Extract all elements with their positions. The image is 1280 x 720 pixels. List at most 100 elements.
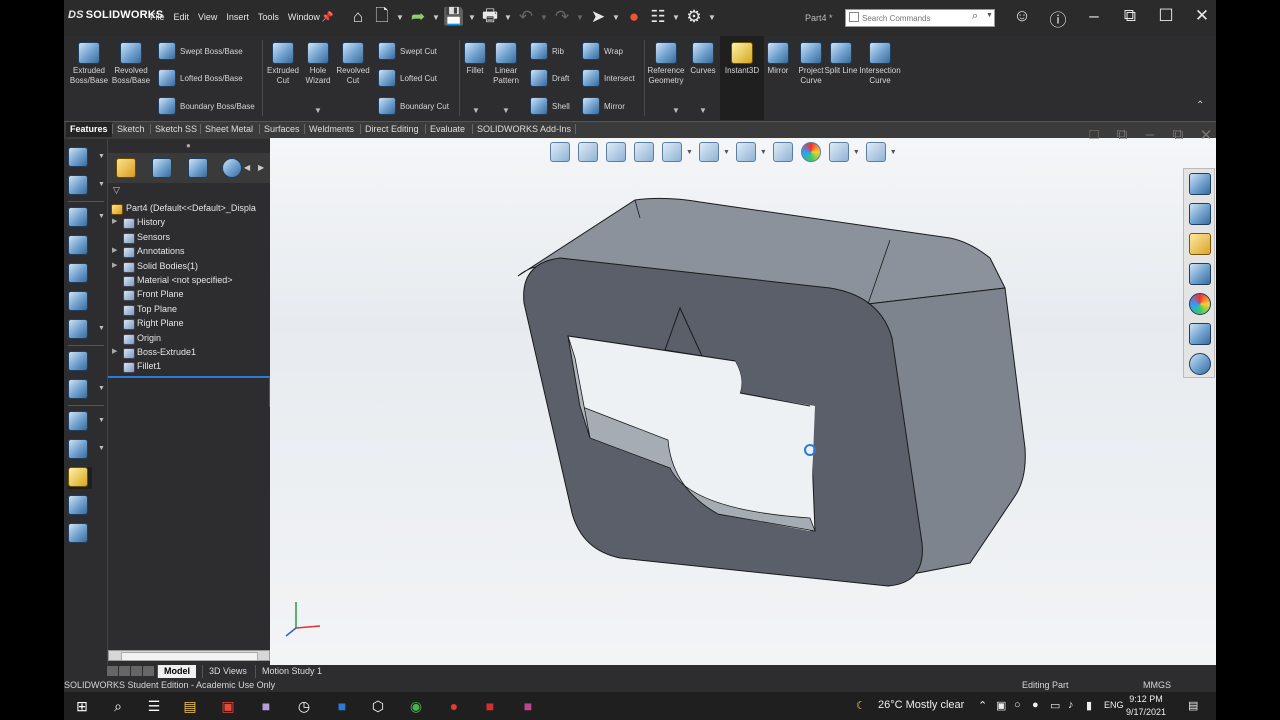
maximize-icon[interactable]: ☐ — [1148, 6, 1184, 31]
curves-button[interactable]: Curves — [682, 42, 724, 76]
instant3d-shortcut[interactable] — [68, 467, 92, 489]
show-hidden-icons-icon[interactable]: ⌃ — [978, 699, 987, 712]
chevron-down-icon[interactable]: ▼ — [610, 13, 622, 22]
tree-item-history[interactable]: ▶ History — [108, 215, 270, 230]
open-icon[interactable]: ➦ — [406, 4, 430, 30]
boundary-cut-button[interactable]: Boundary Cut — [378, 97, 449, 115]
draft-button[interactable]: Draft — [530, 69, 569, 87]
chevron-down-icon[interactable]: ▼ — [699, 106, 707, 115]
tree-item-front-plane[interactable]: Front Plane — [108, 287, 270, 302]
volume-icon[interactable]: ♪ — [1068, 699, 1074, 711]
system-clock[interactable]: 9:12 PM 9/17/2021 — [1126, 693, 1166, 719]
split-line-shortcut[interactable] — [68, 523, 92, 545]
chevron-down-icon[interactable]: ▼ — [672, 106, 680, 115]
tab-sketch-ss[interactable]: Sketch SS — [150, 124, 201, 134]
tree-item-sensors[interactable]: Sensors — [108, 230, 270, 244]
panel-grip-icon[interactable]: ● — [186, 141, 191, 150]
rib-shortcut[interactable] — [68, 291, 92, 313]
options-gear-icon[interactable]: ⚙ — [682, 4, 706, 30]
horizontal-scrollbar[interactable] — [108, 650, 270, 661]
tab-direct-editing[interactable]: Direct Editing — [360, 124, 423, 134]
revolved-boss-button[interactable]: Revolved Boss/Base — [110, 42, 152, 86]
linear-pattern-shortcut[interactable]: ▼ — [68, 379, 105, 401]
chevron-right-icon[interactable]: ▶ — [258, 163, 264, 172]
tab-sketch[interactable]: Sketch — [112, 124, 149, 134]
close-icon[interactable]: ✕ — [1184, 6, 1216, 31]
shell-shortcut[interactable] — [68, 263, 92, 285]
wrap-button[interactable]: Wrap — [582, 42, 623, 60]
new-document-icon[interactable]: 🗋 — [370, 4, 394, 30]
app-icon[interactable]: ■ — [256, 696, 276, 716]
tree-item-right-plane[interactable]: Right Plane — [108, 316, 270, 331]
tab-evaluate[interactable]: Evaluate — [425, 124, 469, 134]
graphics-area[interactable]: ▼ ▼ ▼ ▼ ▼ □ ⧉ ‒ ⧉ ✕ — [270, 126, 1216, 665]
search-commands-box[interactable]: ⌕ ▼ — [845, 9, 995, 27]
linear-pattern-button[interactable]: Linear Pattern — [485, 42, 527, 86]
chevron-down-icon[interactable]: ▼ — [98, 181, 105, 188]
tab-model[interactable]: Model — [157, 665, 196, 678]
chevron-down-icon[interactable]: ▼ — [314, 106, 322, 115]
tree-root-part[interactable]: Part4 (Default<<Default>_Displa — [108, 201, 270, 215]
mirror-shortcut[interactable] — [68, 351, 92, 373]
property-manager-tab-icon[interactable] — [152, 158, 172, 178]
model-canvas[interactable] — [270, 138, 1216, 665]
chevron-down-icon[interactable]: ▼ — [706, 13, 718, 22]
search-icon[interactable]: ⌕ — [108, 696, 128, 716]
tab-3d-views[interactable]: 3D Views — [202, 665, 253, 678]
tree-item-fillet1[interactable]: Fillet1 — [108, 359, 270, 374]
extruded-boss-button[interactable]: Extruded Boss/Base — [68, 42, 110, 86]
dimxpert-tab-icon[interactable] — [222, 158, 242, 178]
collapse-ribbon-icon[interactable]: ⌃ — [1196, 100, 1204, 111]
expand-arrow-icon[interactable]: ▶ — [112, 215, 117, 229]
intersection-curve-button[interactable]: Intersection Curve — [854, 42, 906, 86]
configuration-manager-tab-icon[interactable] — [188, 158, 208, 178]
mirror-small-button[interactable]: Mirror — [582, 97, 625, 115]
chevron-down-icon[interactable]: ▼ — [472, 106, 480, 115]
shell-button[interactable]: Shell — [530, 97, 570, 115]
tab-surfaces[interactable]: Surfaces — [259, 124, 304, 134]
prev-tab-arrow-icon[interactable] — [119, 666, 130, 676]
microphone-icon[interactable]: ● — [1032, 699, 1039, 711]
filter-icon[interactable]: ▽ — [113, 185, 120, 196]
first-tab-arrow-icon[interactable] — [107, 666, 118, 676]
expand-arrow-icon[interactable]: ▶ — [112, 244, 117, 258]
file-properties-icon[interactable]: ☷ — [646, 4, 670, 30]
solidworks-taskbar-icon[interactable]: ■ — [480, 696, 500, 716]
app-icon[interactable]: ■ — [518, 696, 538, 716]
search-icon[interactable]: ⌕ — [972, 10, 978, 23]
tree-item-top-plane[interactable]: Top Plane — [108, 302, 270, 316]
tab-sheet-metal[interactable]: Sheet Metal — [200, 124, 257, 134]
design-library-icon[interactable] — [1189, 203, 1211, 225]
chevron-down-icon[interactable]: ▼ — [98, 417, 105, 424]
restore-window-icon[interactable]: ⧉ — [1112, 6, 1148, 31]
intersect-shortcut[interactable] — [68, 495, 92, 517]
pin-icon[interactable]: 📌 — [321, 12, 333, 23]
clock-app-icon[interactable]: ◷ — [294, 696, 314, 716]
chevron-down-icon[interactable]: ▼ — [574, 13, 586, 22]
battery-icon[interactable]: ▮ — [1086, 699, 1092, 712]
chevron-down-icon[interactable]: ▼ — [466, 13, 478, 22]
weather-text[interactable]: 26°C Mostly clear — [878, 699, 964, 711]
tree-item-solid-bodies[interactable]: ▶ Solid Bodies(1) — [108, 259, 270, 273]
home-icon[interactable]: ⌂ — [346, 4, 370, 30]
chevron-down-icon[interactable]: ▼ — [98, 385, 105, 392]
file-explorer-icon[interactable] — [1189, 233, 1211, 255]
undo-icon[interactable]: ↶ — [514, 4, 538, 30]
intersect-button[interactable]: Intersect — [582, 69, 635, 87]
menu-file[interactable]: File — [150, 12, 165, 22]
lofted-cut-button[interactable]: Lofted Cut — [378, 69, 437, 87]
expand-arrow-icon[interactable]: ▶ — [112, 259, 117, 273]
tray-app-icon[interactable]: ○ — [1014, 699, 1021, 711]
tab-weldments[interactable]: Weldments — [304, 124, 358, 134]
chevron-down-icon[interactable]: ▼ — [670, 13, 682, 22]
tree-item-material[interactable]: Material <not specified> — [108, 273, 270, 287]
chevron-down-icon[interactable]: ▼ — [986, 12, 993, 19]
view-palette-icon[interactable] — [1189, 263, 1211, 285]
help-icon[interactable]: ⓘ — [1040, 6, 1076, 31]
rollback-bar[interactable] — [108, 376, 270, 378]
lofted-boss-button[interactable]: Lofted Boss/Base — [158, 69, 243, 87]
chevron-down-icon[interactable]: ▼ — [538, 13, 550, 22]
fillet-shortcut[interactable]: ▼ — [68, 207, 105, 229]
chevron-down-icon[interactable]: ▼ — [98, 325, 105, 332]
save-icon[interactable]: 💾 — [442, 4, 466, 30]
